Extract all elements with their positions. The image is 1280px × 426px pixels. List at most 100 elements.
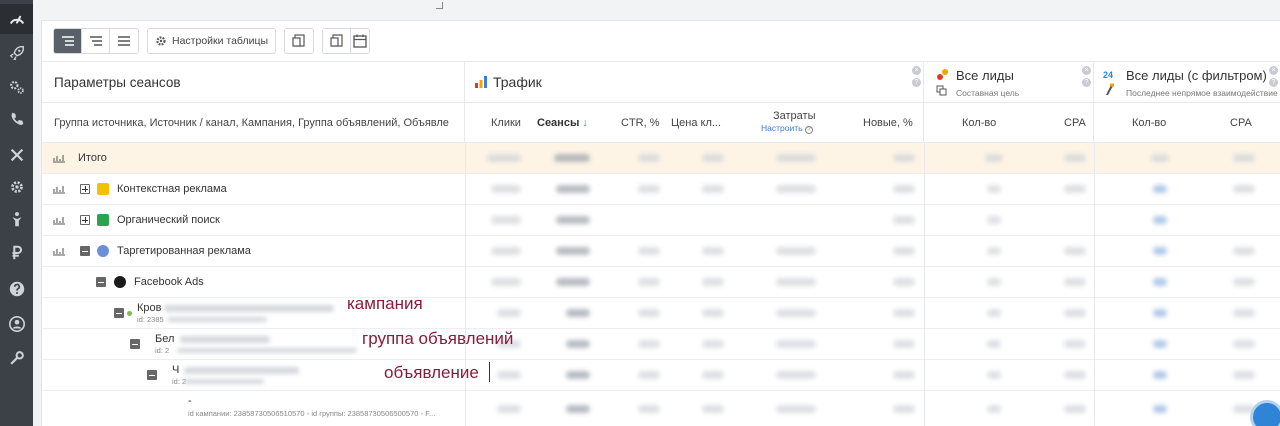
close-icon[interactable]: ×	[1269, 66, 1278, 75]
col-ctr[interactable]: CTR, %	[621, 117, 660, 129]
column-separator	[924, 143, 925, 426]
blurred-value	[566, 371, 590, 379]
goal-keys-icon	[937, 69, 948, 80]
blurred-value	[1064, 340, 1086, 348]
rocket-icon[interactable]	[0, 38, 33, 68]
blurred-name	[164, 305, 334, 312]
blurred-value	[638, 309, 660, 317]
svg-text:24: 24	[1103, 70, 1113, 80]
blurred-value	[776, 247, 816, 255]
collapse-icon[interactable]	[96, 277, 106, 287]
close-icon[interactable]: ×	[1082, 66, 1091, 75]
view-mode-group	[53, 28, 139, 54]
col-new[interactable]: Новые, %	[863, 117, 913, 129]
blurred-value	[491, 185, 521, 193]
tools-icon[interactable]	[0, 140, 33, 170]
header-divider	[42, 102, 464, 103]
blurred-value	[1064, 309, 1086, 317]
leads-title: Все лиды	[956, 68, 1014, 83]
row-chart-icon[interactable]	[53, 246, 65, 256]
person-icon[interactable]	[0, 204, 33, 234]
blurred-value	[776, 278, 816, 286]
collapse-icon[interactable]	[80, 246, 90, 256]
blurred-value	[1153, 247, 1167, 255]
col-sessions[interactable]: Сеансы ↓	[537, 117, 588, 129]
col-costs[interactable]: Затраты	[773, 110, 816, 122]
gear-icon	[156, 36, 166, 46]
settings-gear-icon[interactable]	[0, 172, 33, 202]
phone-icon[interactable]	[0, 104, 33, 134]
tree-view-icon[interactable]	[54, 29, 82, 53]
blurred-value	[1153, 405, 1167, 413]
row-label: Таргетированная реклама	[117, 245, 251, 257]
col-price[interactable]: Цена кл...	[671, 117, 721, 129]
blurred-value	[1233, 340, 1255, 348]
export-icon[interactable]	[285, 29, 314, 53]
expand-icon[interactable]	[80, 184, 90, 194]
key-icon[interactable]	[0, 343, 33, 373]
blurred-value	[776, 154, 816, 162]
blurred-value	[776, 185, 816, 193]
blurred-value	[985, 154, 1003, 162]
blurred-value	[776, 405, 816, 413]
blurred-value	[638, 154, 660, 162]
costs-configure-label: Настроить	[761, 123, 803, 133]
col-leads2-cpa[interactable]: CPA	[1230, 117, 1252, 129]
user-account-icon[interactable]	[0, 309, 33, 339]
blurred-value	[987, 340, 1001, 348]
collapse-icon[interactable]	[147, 370, 157, 380]
blurred-value	[554, 154, 590, 162]
table-settings-button[interactable]: Настройки таблицы	[147, 28, 277, 54]
blurred-value	[1233, 185, 1255, 193]
blurred-value	[1153, 340, 1167, 348]
info-icon[interactable]: ?	[1082, 78, 1091, 87]
params-dimensions-label[interactable]: Группа источника, Источник / канал, Камп…	[54, 117, 459, 129]
calendar-icon[interactable]	[351, 29, 370, 53]
expand-icon[interactable]	[80, 215, 90, 225]
blurred-value	[638, 247, 660, 255]
indent-view-icon[interactable]	[82, 29, 110, 53]
leads-header: Все лиды Составная цель × ? Кол-во CPA	[924, 61, 1094, 143]
blurred-value	[893, 278, 915, 286]
blurred-value	[497, 309, 521, 317]
close-icon[interactable]: ×	[912, 66, 921, 75]
blurred-value	[702, 247, 724, 255]
col-leads-count[interactable]: Кол-во	[962, 117, 996, 129]
blurred-value	[497, 405, 521, 413]
row-chart-icon[interactable]	[53, 184, 65, 194]
copy-icon[interactable]	[323, 29, 352, 53]
blurred-id	[167, 317, 267, 322]
collapse-icon[interactable]	[130, 339, 140, 349]
chat-widget-button[interactable]	[1250, 400, 1280, 426]
header-divider	[924, 102, 1093, 103]
blurred-value	[1153, 309, 1167, 317]
flat-list-view-icon[interactable]	[110, 29, 138, 53]
annotation-ad: объявление	[384, 363, 479, 382]
table-settings-label: Настройки таблицы	[172, 35, 269, 47]
col-clicks[interactable]: Клики	[491, 117, 521, 129]
costs-configure-link[interactable]: Настроить ?	[761, 123, 813, 134]
left-nav-rail	[0, 0, 33, 426]
row-id-line: id кампании: 23858730506510570 ◦ id груп…	[188, 409, 436, 418]
info-icon[interactable]: ?	[1269, 78, 1278, 87]
leads-filtered-title: Все лиды (с фильтром)	[1126, 68, 1267, 83]
col-leads-cpa[interactable]: CPA	[1064, 117, 1086, 129]
row-label: Кров	[137, 302, 162, 314]
info-icon[interactable]: ?	[912, 78, 921, 87]
column-separator	[1094, 143, 1095, 426]
help-icon[interactable]	[0, 274, 33, 304]
col-leads2-count[interactable]: Кол-во	[1132, 117, 1166, 129]
blurred-value	[1233, 278, 1255, 286]
ruble-icon[interactable]	[0, 238, 33, 268]
row-chart-icon[interactable]	[53, 215, 65, 225]
params-title: Параметры сеансов	[54, 75, 181, 90]
blurred-value	[893, 309, 915, 317]
row-chart-icon[interactable]	[53, 153, 65, 163]
collapse-icon[interactable]	[114, 308, 124, 318]
blurred-value	[566, 309, 590, 317]
blurred-value	[702, 154, 724, 162]
dashboard-gauge-icon[interactable]	[0, 4, 33, 34]
traffic-bars-icon	[475, 76, 487, 88]
gears-icon[interactable]	[0, 72, 33, 102]
blurred-value	[893, 216, 915, 224]
